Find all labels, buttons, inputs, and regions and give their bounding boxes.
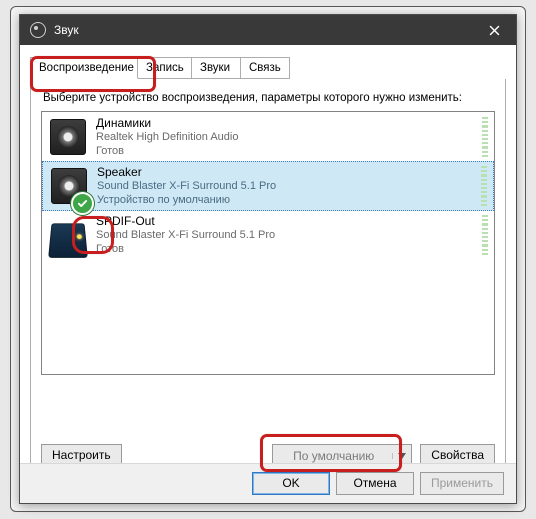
device-status: Готов (96, 144, 482, 158)
instruction-text: Выберите устройство воспроизведения, пар… (43, 91, 493, 105)
device-driver: Sound Blaster X-Fi Surround 5.1 Pro (96, 228, 482, 242)
device-driver: Realtek High Definition Audio (96, 130, 482, 144)
device-status: Устройство по умолчанию (97, 193, 481, 207)
device-row[interactable]: Speaker Sound Blaster X-Fi Surround 5.1 … (42, 161, 494, 211)
device-meta: Speaker Sound Blaster X-Fi Surround 5.1 … (97, 165, 481, 207)
titlebar[interactable]: Звук (20, 15, 516, 45)
device-meta: SPDIF-Out Sound Blaster X-Fi Surround 5.… (96, 214, 482, 256)
digital-out-icon (48, 223, 88, 258)
chevron-down-icon (398, 453, 406, 459)
window-title: Звук (54, 23, 472, 37)
device-list[interactable]: Динамики Realtek High Definition Audio Г… (41, 111, 495, 375)
level-meter (482, 117, 488, 157)
device-driver: Sound Blaster X-Fi Surround 5.1 Pro (97, 179, 481, 193)
tab-sounds[interactable]: Звуки (191, 57, 241, 79)
playback-panel: Выберите устройство воспроизведения, пар… (30, 79, 506, 481)
device-name: Динамики (96, 116, 482, 130)
tab-communications[interactable]: Связь (240, 57, 290, 79)
speaker-icon (50, 119, 86, 155)
set-default-dropdown[interactable] (392, 453, 411, 459)
device-row[interactable]: SPDIF-Out Sound Blaster X-Fi Surround 5.… (42, 210, 494, 260)
close-button[interactable] (472, 15, 516, 45)
default-check-icon (71, 192, 94, 215)
device-row[interactable]: Динамики Realtek High Definition Audio Г… (42, 112, 494, 162)
close-icon (489, 25, 500, 36)
tab-playback[interactable]: Воспроизведение (30, 57, 138, 79)
tab-recording[interactable]: Запись (137, 57, 192, 79)
apply-button[interactable]: Применить (420, 472, 504, 495)
set-default-label: По умолчанию (273, 449, 392, 463)
dialog-footer: OK Отмена Применить (20, 463, 516, 503)
cancel-button[interactable]: Отмена (336, 472, 414, 495)
ok-button[interactable]: OK (252, 472, 330, 495)
device-name: SPDIF-Out (96, 214, 482, 228)
sound-dialog: Звук Воспроизведение Запись Звуки Связь … (19, 14, 517, 504)
device-name: Speaker (97, 165, 481, 179)
level-meter (481, 166, 487, 206)
client-area: Воспроизведение Запись Звуки Связь Выбер… (20, 45, 516, 503)
level-meter (482, 215, 488, 255)
tab-strip: Воспроизведение Запись Звуки Связь Выбер… (30, 57, 506, 81)
device-meta: Динамики Realtek High Definition Audio Г… (96, 116, 482, 158)
app-icon (30, 22, 46, 38)
device-status: Готов (96, 242, 482, 256)
